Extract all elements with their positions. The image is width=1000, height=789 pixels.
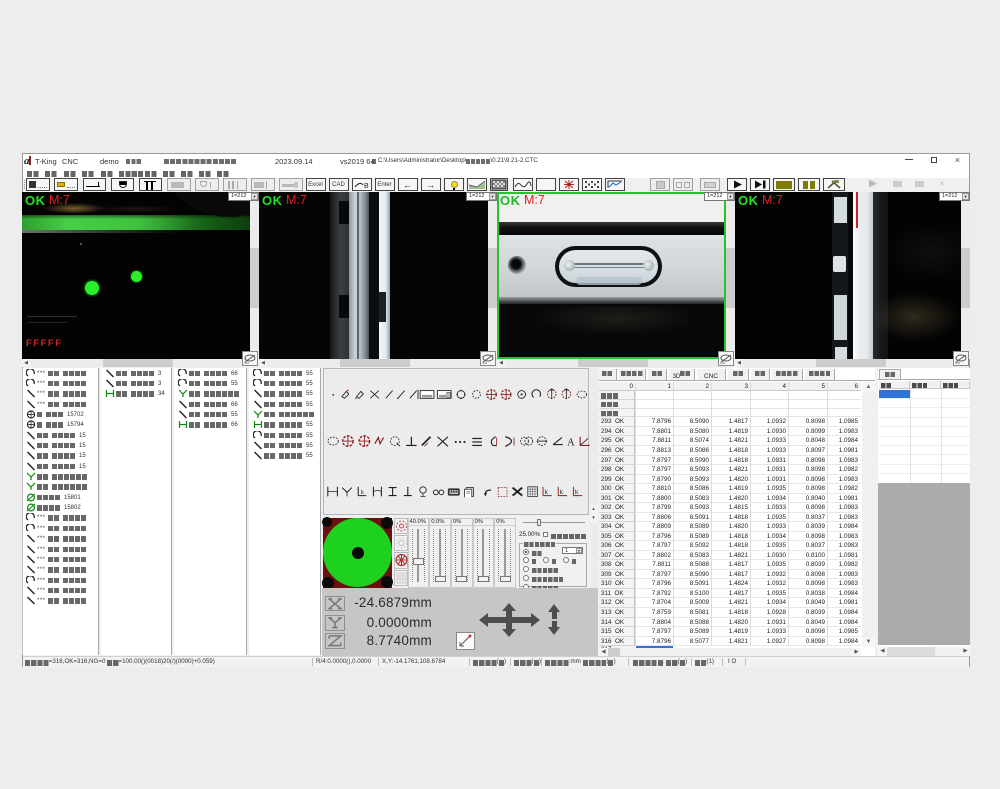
svg-text:A: A xyxy=(567,437,575,448)
svg-text:B: B xyxy=(364,183,369,190)
svg-text:k: k xyxy=(575,489,579,496)
svg-text:k: k xyxy=(560,489,564,496)
svg-text:k: k xyxy=(361,489,365,496)
svg-text:k: k xyxy=(545,489,549,496)
